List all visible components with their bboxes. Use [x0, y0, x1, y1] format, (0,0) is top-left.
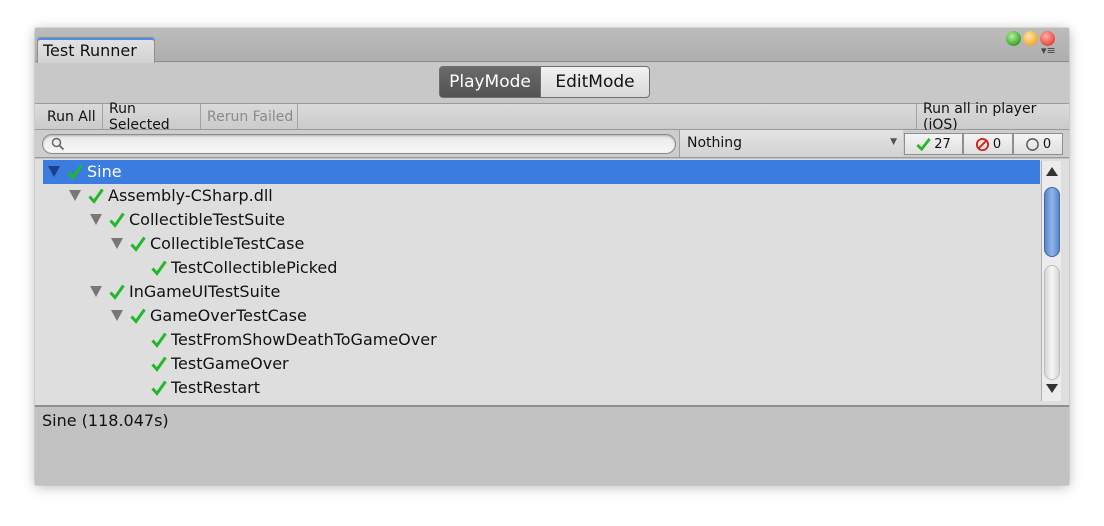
run-all-in-player-button[interactable]: Run all in player (iOS) — [916, 101, 1069, 133]
tree-row[interactable]: CollectibleTestSuite — [43, 208, 1040, 232]
passed-filter-toggle[interactable]: 27 — [904, 133, 963, 155]
chevron-down-icon: ▼ — [890, 137, 897, 147]
tree-row-label: GameOverTestCase — [150, 306, 307, 325]
pass-check-icon — [67, 164, 83, 180]
search-icon — [51, 136, 65, 151]
search-input[interactable] — [42, 134, 676, 154]
status-text: Sine (118.047s) — [42, 411, 169, 430]
tree-row-label: InGameUITestSuite — [129, 282, 281, 301]
tree-row[interactable]: TestGameOver — [43, 352, 1040, 376]
fail-icon — [975, 137, 989, 151]
failed-count: 0 — [992, 136, 1002, 152]
tab-test-runner[interactable]: Test Runner — [37, 37, 155, 63]
playmode-button[interactable]: PlayMode — [439, 66, 541, 98]
tree-row-label: CollectibleTestCase — [150, 234, 305, 253]
tab-title: Test Runner — [43, 41, 137, 60]
expand-arrow-icon[interactable] — [111, 238, 123, 249]
pass-check-icon — [151, 356, 167, 372]
expand-arrow-icon[interactable] — [111, 310, 123, 321]
tree-row[interactable]: CollectibleTestCase — [43, 232, 1040, 256]
pass-check-icon — [151, 260, 167, 276]
pass-check-icon — [916, 137, 931, 151]
test-tree: Sine Assembly-CSharp.dll CollectibleTestSu… — [35, 159, 1069, 405]
scroll-track[interactable] — [1044, 265, 1060, 380]
ignored-filter-toggle[interactable]: 0 — [1013, 133, 1063, 155]
pass-check-icon — [109, 212, 125, 228]
tree-row[interactable]: TestCollectiblePicked — [43, 256, 1040, 280]
category-selected: Nothing — [687, 135, 743, 151]
scroll-thumb[interactable] — [1044, 187, 1060, 257]
expand-arrow-icon[interactable] — [69, 190, 81, 201]
tab-strip: Test Runner ▾≡ — [35, 28, 1069, 63]
failed-filter-toggle[interactable]: 0 — [963, 133, 1013, 155]
tree-row[interactable]: Sine — [43, 160, 1040, 184]
pass-check-icon — [109, 284, 125, 300]
editmode-button[interactable]: EditMode — [540, 66, 650, 98]
scroll-down-icon[interactable] — [1046, 384, 1058, 393]
test-runner-window: Test Runner ▾≡ PlayMode EditMode Run All… — [35, 28, 1069, 485]
ignored-count: 0 — [1042, 136, 1052, 152]
pass-check-icon — [151, 380, 167, 396]
category-dropdown[interactable]: Nothing ▼ — [679, 130, 903, 157]
tree-row-label: TestFromShowDeathToGameOver — [171, 330, 437, 349]
run-all-button[interactable]: Run All — [41, 104, 103, 129]
tree-row-label: CollectibleTestSuite — [129, 210, 286, 229]
expand-arrow-icon[interactable] — [48, 166, 60, 177]
tree-row-label: TestGameOver — [171, 354, 289, 373]
tree-row-label: TestRestart — [171, 378, 261, 397]
minimize-icon[interactable] — [1023, 31, 1038, 46]
filter-row: Nothing ▼ 27 0 0 — [35, 130, 1069, 158]
tree-scrollbar[interactable] — [1041, 161, 1061, 401]
rerun-failed-button[interactable]: Rerun Failed — [201, 104, 298, 129]
tree-row-label: Sine — [87, 162, 122, 181]
tree-row[interactable]: TestFromShowDeathToGameOver — [43, 328, 1040, 352]
scroll-up-icon[interactable] — [1046, 167, 1058, 176]
tree-row[interactable]: TestRestart — [43, 376, 1040, 400]
toolbar: Run All Run Selected Rerun Failed Run al… — [35, 101, 1069, 133]
expand-arrow-icon[interactable] — [90, 286, 102, 297]
tree-row-label: Assembly-CSharp.dll — [108, 186, 273, 205]
window-menu-icon[interactable]: ▾≡ — [1041, 45, 1056, 56]
tree-row[interactable]: GameOverTestCase — [43, 304, 1040, 328]
pass-check-icon — [130, 236, 146, 252]
mode-switch-bar: PlayMode EditMode — [35, 63, 1069, 103]
status-pane: Sine (118.047s) — [35, 405, 1069, 485]
tree-row[interactable]: Assembly-CSharp.dll — [43, 184, 1040, 208]
passed-count: 27 — [934, 136, 951, 152]
maximize-icon[interactable] — [1006, 31, 1021, 46]
ignored-circle-icon — [1026, 137, 1039, 151]
run-selected-button[interactable]: Run Selected — [103, 101, 201, 133]
expand-arrow-icon[interactable] — [90, 214, 102, 225]
pass-check-icon — [130, 308, 146, 324]
pass-check-icon — [151, 332, 167, 348]
tree-row[interactable]: InGameUITestSuite — [43, 280, 1040, 304]
pass-check-icon — [88, 188, 104, 204]
tree-row-label: TestCollectiblePicked — [171, 258, 338, 277]
